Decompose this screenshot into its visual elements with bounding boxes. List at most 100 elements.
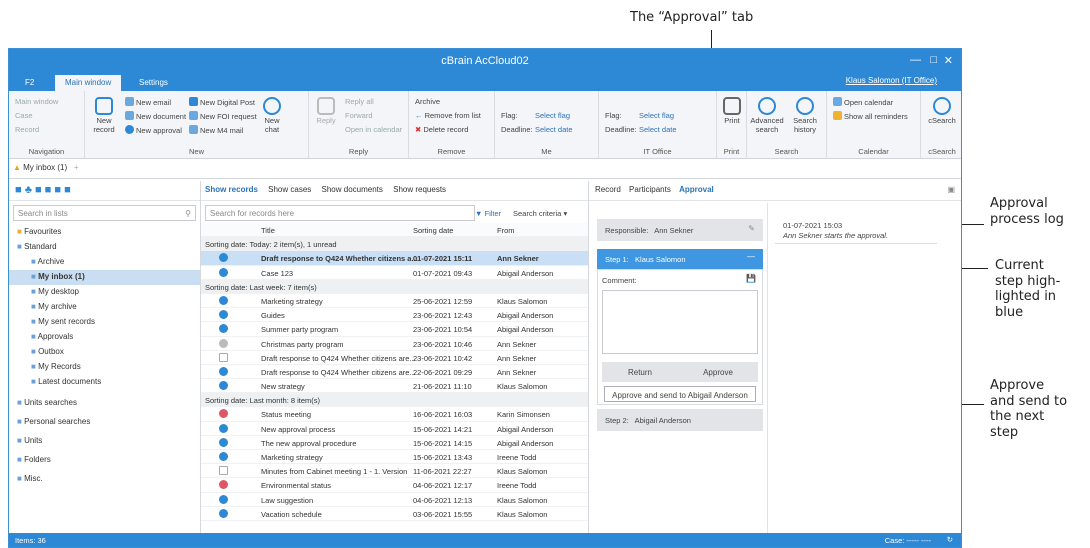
archive-button[interactable]: Archive [415,97,440,106]
case-button[interactable]: Case [15,111,33,120]
new-chat-button[interactable]: New chat [257,97,287,134]
list-search-input[interactable]: Search in lists ⚲ [13,205,196,221]
table-row[interactable]: Marketing strategy 15-06-2021 13:43 Ireene… [201,450,588,465]
group-header[interactable]: Sorting date: Today: 2 item(s), 1 unread [201,237,588,252]
approve-button[interactable]: Approve [678,362,758,382]
main-window-button[interactable]: Main window [15,97,58,106]
table-row[interactable]: Draft response to Q424 Whether citizens … [201,365,588,380]
return-button[interactable]: Return [602,362,678,382]
sidebar-item[interactable]: ■ My inbox (1) [9,270,200,285]
sidebar-item[interactable]: ■ Folders [9,453,200,468]
add-tab-icon[interactable]: + [74,163,79,172]
table-row[interactable]: Christmas party program 23-06-2021 10:46 A… [201,337,588,351]
new-foi-request-button[interactable]: New FOI request [189,111,257,121]
sidebar-item[interactable]: ■ Units [9,434,200,449]
new-record-button[interactable]: New record [89,97,119,134]
save-icon[interactable]: 💾 [746,274,756,283]
sidebar-item[interactable]: ■ Personal searches [9,415,200,430]
table-row[interactable]: New strategy 21-06-2021 11:10 Klaus Salomo… [201,379,588,394]
sidebar-item[interactable]: ■ My sent records [9,315,200,330]
sidebar-item[interactable]: ■ Misc. [9,472,200,487]
table-row[interactable]: The new approval procedure 15-06-2021 14:… [201,436,588,450]
delete-record-button[interactable]: ✖ Delete record [415,125,468,134]
table-row[interactable]: Status meeting 16-06-2021 16:03 Karin Simo… [201,407,588,422]
new-email-button[interactable]: New email [125,97,171,107]
tab-main-window[interactable]: Main window [55,75,122,91]
table-row[interactable]: Environmental status 04-06-2021 12:17 Iree… [201,478,588,493]
document-icon [125,111,134,120]
reply-all-button[interactable]: Reply all [345,97,374,106]
sidebar-item[interactable]: ■ Favourites [9,225,200,240]
sidebar-item[interactable]: ■ Outbox [9,345,200,360]
table-row[interactable]: Summer party program 23-06-2021 10:54 Abig… [201,322,588,337]
record-button[interactable]: Record [15,125,39,134]
group-header[interactable]: Sorting date: Last week: 7 item(s) [201,279,588,294]
flag-select[interactable]: Select flag [535,111,570,120]
sidebar-item[interactable]: ■ My Records [9,360,200,375]
sidebar-item[interactable]: ■ Units searches [9,396,200,411]
record-search-input[interactable]: Search for records here [205,205,475,221]
new-document-button[interactable]: New document [125,111,186,121]
comment-textarea[interactable] [602,290,758,354]
new-digital-post-button[interactable]: New Digital Post [189,97,255,107]
tab-participants[interactable]: Participants [629,185,671,194]
group-header[interactable]: Sorting date: Last month: 8 item(s) [201,393,588,408]
edit-icon[interactable]: ✎ [748,224,755,233]
sidebar-item[interactable]: ■ Approvals [9,330,200,345]
reply-button[interactable]: Reply [313,97,339,126]
new-approval-button[interactable]: New approval [125,125,182,135]
csearch-button[interactable]: cSearch [925,97,959,126]
tab-show-requests[interactable]: Show requests [393,185,446,194]
tab-show-records[interactable]: Show records [205,185,258,194]
table-row[interactable]: Minutes from Cabinet meeting 1 - 1. Vers… [201,464,588,479]
open-calendar-link[interactable]: Open calendar [833,97,893,107]
tab-record[interactable]: Record [595,185,621,194]
flag-select[interactable]: Select flag [639,111,674,120]
reminders-button[interactable]: Show all reminders [833,111,908,121]
print-button[interactable]: Print [720,97,744,126]
table-row[interactable]: Guides 23-06-2021 12:43 Abigail Anderson [201,308,588,323]
tab-show-documents[interactable]: Show documents [322,185,383,194]
approve-and-send-button[interactable]: Approve and send to Abigail Anderson [604,386,756,402]
expand-icon[interactable]: ▣ [947,185,955,194]
table-row[interactable]: Vacation schedule 03-06-2021 15:55 Klaus S… [201,507,588,521]
col-from[interactable]: From [497,226,515,235]
sidebar-item[interactable]: ■ Latest documents [9,375,200,390]
maximize-icon[interactable]: □ [930,54,937,66]
table-row[interactable]: Marketing strategy 25-06-2021 12:59 Klaus … [201,294,588,309]
table-row[interactable]: New approval process 15-06-2021 14:21 Abig… [201,422,588,436]
collapse-icon[interactable]: — [747,252,755,261]
table-row[interactable]: Draft response to Q424 Whether citizens … [201,351,588,365]
col-title[interactable]: Title [261,226,275,235]
table-row[interactable]: Case 123 01-07-2021 09:43 Abigail Anderson [201,266,588,280]
tab-approval[interactable]: Approval [679,185,714,194]
new-m4-mail-button[interactable]: New M4 mail [189,125,243,135]
col-sorting-date[interactable]: Sorting date [413,226,453,235]
tab-my-inbox[interactable]: ▲ My inbox (1) + [13,163,79,172]
sidebar-item[interactable]: ■ My archive [9,300,200,315]
tab-show-cases[interactable]: Show cases [268,185,311,194]
tab-f2[interactable]: F2 [15,75,44,91]
filter-button[interactable]: ▼ Filter [475,209,501,218]
search-history-button[interactable]: Search history [787,97,823,134]
sidebar-item[interactable]: ■ My desktop [9,285,200,300]
step1-body: Comment: 💾 Return Approve Approve and se… [597,269,763,405]
open-calendar-button[interactable]: Open in calendar [345,125,402,134]
remove-from-list-button[interactable]: ← Remove from list [415,111,481,120]
toolbar-icons[interactable]: ■ ♣ ■ ■ ■ ■ [15,184,71,196]
deadline-select[interactable]: Select date [535,125,573,134]
deadline-select[interactable]: Select date [639,125,677,134]
close-icon[interactable]: ✕ [944,54,953,67]
tab-settings[interactable]: Settings [129,75,178,91]
minimize-icon[interactable]: — [910,54,921,66]
sidebar-item[interactable]: ■ Archive [9,255,200,270]
group-label: Navigation [28,147,65,156]
user-link[interactable]: Klaus Salomon (IT Office) [846,76,937,85]
forward-button[interactable]: Forward [345,111,373,120]
table-row[interactable]: Law suggestion 04-06-2021 12:13 Klaus Salo… [201,493,588,507]
sidebar-item[interactable]: ■ Standard [9,240,200,255]
advanced-search-button[interactable]: Advanced search [749,97,785,134]
table-row[interactable]: Draft response to Q424 Whether citizens … [201,251,588,266]
search-criteria-button[interactable]: Search criteria ▾ [513,209,567,218]
group-csearch: cSearch cSearch [921,91,961,159]
